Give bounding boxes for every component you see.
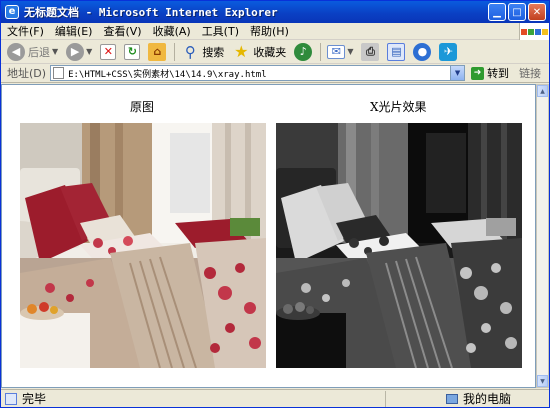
search-button[interactable]: ⚲ 搜索 [181, 42, 225, 61]
address-label: 地址(D) [7, 67, 47, 80]
page-content: 原图 X光片效果 [1, 84, 536, 388]
menu-help[interactable]: 帮助(H) [250, 23, 289, 39]
toolbar-separator [320, 42, 322, 61]
menu-favorites[interactable]: 收藏(A) [153, 23, 191, 39]
favorites-button[interactable]: ★ 收藏夹 [232, 42, 287, 61]
search-icon: ⚲ [184, 42, 196, 61]
discuss-button[interactable]: ● [413, 42, 432, 61]
edit-button[interactable]: ▤ [387, 42, 406, 61]
go-label: 转到 [487, 67, 510, 80]
scroll-up-button[interactable]: ▲ [537, 85, 548, 97]
minimize-button[interactable]: ▁ [488, 3, 506, 21]
menu-bar: 文件(F) 编辑(E) 查看(V) 收藏(A) 工具(T) 帮助(H) [1, 23, 549, 40]
window-controls: ▁ □ ✕ [488, 3, 546, 21]
vertical-scrollbar[interactable]: ▲ ▼ [536, 84, 549, 388]
refresh-icon: ↻ [124, 43, 141, 60]
forward-dropdown-icon[interactable]: ▼ [86, 47, 92, 56]
star-icon: ★ [234, 42, 249, 61]
computer-icon [446, 393, 458, 404]
zone-text: 我的电脑 [463, 392, 512, 406]
menu-view[interactable]: 查看(V) [103, 23, 141, 39]
status-zone: 我的电脑 [385, 390, 512, 407]
menu-tools[interactable]: 工具(T) [202, 23, 239, 39]
scroll-down-button[interactable]: ▼ [537, 375, 548, 387]
page-icon [53, 67, 65, 79]
status-left: 完毕 [5, 390, 385, 407]
toolbar: ◀ 后退 ▼ ▶ ▼ ✕ ↻ ⌂ ⚲ 搜索 ★ 收藏夹 ♪ ✉ ▼ ⎙ ▤ ● … [1, 40, 549, 64]
toolbar-separator [174, 42, 176, 61]
forward-arrow-icon: ▶ [66, 42, 85, 61]
search-label: 搜索 [202, 45, 225, 59]
ie-app-icon: e [5, 5, 19, 19]
menu-file[interactable]: 文件(F) [7, 23, 44, 39]
address-input[interactable]: E:\HTML+CSS\实例素材\14\14.9\xray.html ▼ [50, 65, 466, 81]
refresh-button[interactable]: ↻ [124, 43, 141, 60]
discuss-icon: ● [413, 42, 432, 61]
messenger-button[interactable]: ✈ [439, 42, 458, 61]
mail-dropdown-icon[interactable]: ▼ [347, 47, 353, 56]
home-button[interactable]: ⌂ [148, 42, 167, 61]
forward-button[interactable]: ▶ ▼ [66, 42, 92, 61]
xray-image [276, 123, 522, 368]
mail-icon: ✉ [327, 44, 346, 59]
window-title: 无标题文档 - Microsoft Internet Explorer [24, 6, 278, 19]
messenger-icon: ✈ [439, 42, 458, 61]
edit-icon: ▤ [387, 42, 406, 61]
menu-edit[interactable]: 编辑(E) [55, 23, 93, 39]
favorites-label: 收藏夹 [253, 45, 287, 59]
media-icon: ♪ [294, 42, 313, 61]
address-value: E:\HTML+CSS\实例素材\14\14.9\xray.html [68, 69, 267, 80]
home-icon: ⌂ [148, 42, 167, 61]
bedroom-photo [20, 123, 266, 368]
go-arrow-icon: ➜ [471, 66, 485, 80]
page-done-icon [5, 392, 17, 405]
xray-title: X光片效果 [370, 100, 427, 114]
mail-button[interactable]: ✉ ▼ [327, 44, 353, 59]
status-text: 完毕 [22, 392, 47, 406]
stop-button[interactable]: ✕ [100, 43, 117, 60]
status-bar: 完毕 我的电脑 [1, 389, 549, 407]
ie-window: e 无标题文档 - Microsoft Internet Explorer ▁ … [0, 0, 550, 408]
printer-icon: ⎙ [361, 42, 380, 61]
original-title: 原图 [130, 100, 155, 114]
maximize-button[interactable]: □ [508, 3, 526, 21]
go-button[interactable]: ➜ 转到 [471, 65, 509, 81]
address-bar: 地址(D) E:\HTML+CSS\实例素材\14\14.9\xray.html… [1, 64, 549, 83]
back-arrow-icon: ◀ [7, 42, 25, 61]
stop-icon: ✕ [100, 43, 117, 60]
original-image [20, 123, 266, 368]
windows-logo-icon [519, 23, 549, 40]
back-label: 后退 [28, 45, 50, 59]
close-button[interactable]: ✕ [528, 3, 546, 21]
print-button[interactable]: ⎙ [361, 42, 380, 61]
media-button[interactable]: ♪ [294, 42, 313, 61]
address-dropdown-icon[interactable]: ▼ [450, 66, 465, 80]
back-dropdown-icon[interactable]: ▼ [52, 47, 58, 56]
links-button[interactable]: 链接 [519, 65, 541, 81]
bedroom-xray-photo [276, 123, 522, 368]
title-bar[interactable]: e 无标题文档 - Microsoft Internet Explorer ▁ … [1, 1, 549, 23]
back-button[interactable]: ◀ 后退 ▼ [7, 42, 58, 61]
